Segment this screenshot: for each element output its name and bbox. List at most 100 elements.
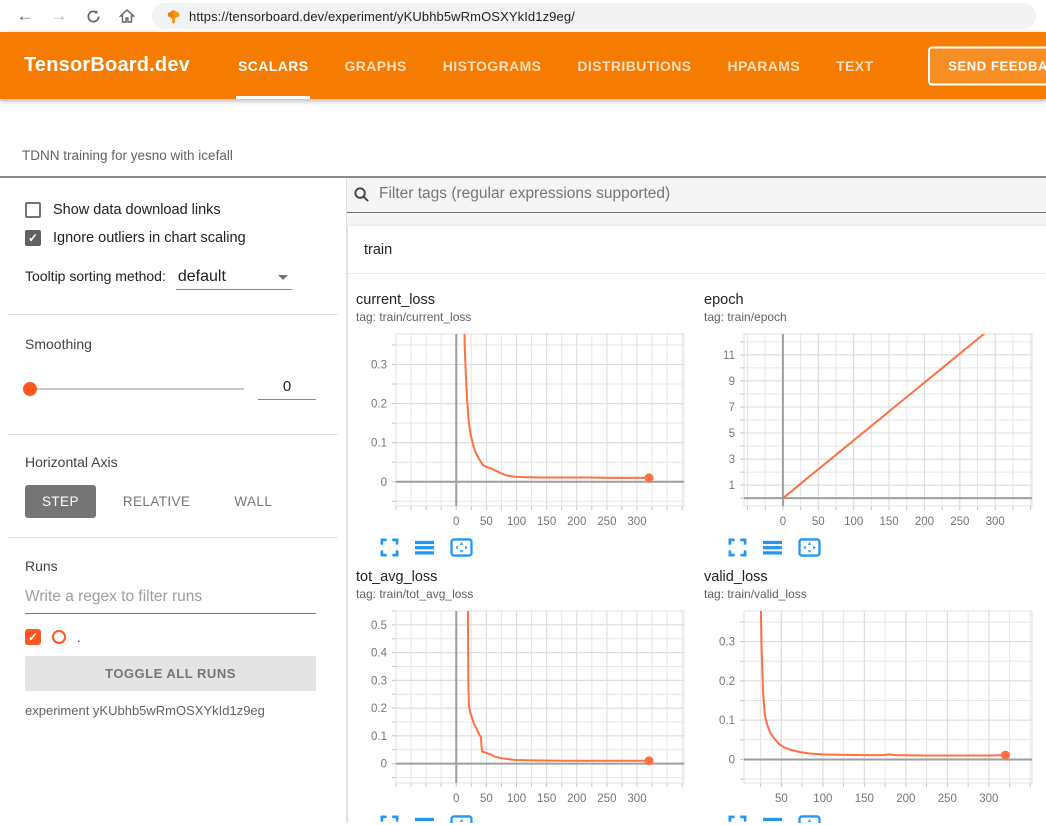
log-scale-icon[interactable] [762, 538, 783, 557]
current-loss-plot[interactable]: 05010015020025030000.10.20.3 [350, 328, 694, 534]
ignore-outliers-row[interactable]: Ignore outliers in chart scaling [25, 230, 316, 246]
fit-domain-icon[interactable] [450, 538, 473, 557]
tab-distributions[interactable]: DISTRIBUTIONS [577, 32, 691, 99]
smoothing-slider[interactable] [25, 388, 244, 390]
show-download-links-row[interactable]: Show data download links [25, 202, 316, 218]
fit-domain-icon[interactable] [798, 815, 821, 823]
svg-text:1: 1 [729, 480, 735, 492]
runs-regex-input[interactable] [25, 574, 316, 614]
svg-text:100: 100 [507, 793, 526, 805]
svg-text:300: 300 [627, 793, 646, 805]
forward-icon[interactable]: → [44, 3, 74, 29]
fit-domain-icon[interactable] [798, 538, 821, 557]
horizontal-axis-buttons: STEP RELATIVE WALL [25, 485, 316, 518]
experiment-title: TDNN training for yesno with icefall [22, 148, 233, 163]
tab-graphs[interactable]: GRAPHS [344, 32, 406, 99]
run-checkbox[interactable] [25, 629, 41, 645]
home-icon[interactable] [112, 3, 142, 29]
tot-avg-loss-plot[interactable]: 05010015020025030000.10.20.30.40.5 [350, 605, 694, 811]
svg-text:150: 150 [879, 516, 898, 528]
run-row[interactable]: . [25, 629, 316, 645]
address-bar[interactable]: https://tensorboard.dev/experiment/yKUbh… [152, 3, 1036, 29]
svg-text:50: 50 [480, 793, 493, 805]
fullscreen-icon[interactable] [728, 815, 747, 823]
toggle-all-runs-button[interactable]: TOGGLE ALL RUNS [25, 656, 316, 691]
svg-text:0: 0 [780, 516, 786, 528]
svg-text:0.2: 0.2 [371, 703, 387, 715]
chart-card-epoch: epoch tag: train/epoch 05010015020025030… [698, 292, 1046, 557]
chart-card-valid-loss: valid_loss tag: train/valid_loss 50 100 15… [698, 569, 1046, 823]
back-icon[interactable]: ← [10, 3, 40, 29]
svg-text:5: 5 [729, 428, 735, 440]
search-icon [353, 186, 370, 203]
sidebar-divider [8, 314, 338, 315]
svg-text:100: 100 [507, 516, 526, 528]
tooltip-sorting-label: Tooltip sorting method: [25, 268, 166, 284]
epoch-plot[interactable]: 0501001502002503001357911 [698, 328, 1042, 534]
group-header[interactable]: train [348, 226, 1046, 274]
fullscreen-icon[interactable] [380, 815, 399, 823]
reload-icon[interactable] [78, 3, 108, 29]
runs-label: Runs [25, 558, 316, 574]
send-feedback-button[interactable]: SEND FEEDBACK [928, 46, 1046, 85]
chart-title: valid_loss [704, 569, 1046, 585]
run-color-swatch [52, 630, 66, 644]
chart-tag: tag: train/tot_avg_loss [356, 587, 698, 601]
ignore-outliers-label: Ignore outliers in chart scaling [53, 230, 246, 246]
tooltip-sorting-select[interactable]: default [176, 268, 292, 290]
smoothing-value-input[interactable] [258, 378, 316, 400]
chart-tag: tag: train/current_loss [356, 310, 698, 324]
chart-tag: tag: train/valid_loss [704, 587, 1046, 601]
tag-filter-input[interactable] [379, 185, 1046, 203]
svg-text:200: 200 [915, 516, 934, 528]
svg-text:3: 3 [729, 454, 735, 466]
fullscreen-icon[interactable] [380, 538, 399, 557]
log-scale-icon[interactable] [762, 815, 783, 823]
tab-histograms[interactable]: HISTOGRAMS [443, 32, 542, 99]
step-button[interactable]: STEP [25, 485, 96, 518]
svg-text:150: 150 [855, 793, 874, 805]
chart-title: epoch [704, 292, 1046, 308]
svg-text:0.1: 0.1 [719, 715, 735, 727]
nav-tabs: SCALARS GRAPHS HISTOGRAMS DISTRIBUTIONS … [238, 32, 873, 99]
show-download-links-checkbox[interactable] [25, 202, 41, 218]
svg-text:0.2: 0.2 [719, 676, 735, 688]
chart-toolbar [728, 538, 1046, 557]
home-glyph [119, 8, 135, 24]
chart-toolbar [380, 815, 698, 823]
log-scale-icon[interactable] [414, 815, 435, 823]
horizontal-axis-label: Horizontal Axis [25, 454, 316, 470]
svg-text:50: 50 [480, 516, 493, 528]
chart-toolbar [728, 815, 1046, 823]
fullscreen-icon[interactable] [728, 538, 747, 557]
svg-text:0: 0 [729, 754, 735, 766]
svg-text:300: 300 [979, 793, 998, 805]
svg-text:250: 250 [938, 793, 957, 805]
smoothing-slider-thumb[interactable] [23, 382, 37, 396]
tag-filter-row [347, 185, 1046, 213]
log-scale-icon[interactable] [414, 538, 435, 557]
wall-button[interactable]: WALL [217, 485, 289, 518]
svg-text:150: 150 [537, 516, 556, 528]
svg-text:11: 11 [723, 350, 735, 362]
svg-text:250: 250 [597, 793, 616, 805]
svg-text:0.2: 0.2 [371, 399, 387, 411]
valid-loss-plot[interactable]: 5010015020025030000.10.20.3 [698, 605, 1042, 811]
svg-text:50: 50 [775, 793, 788, 805]
svg-text:200: 200 [896, 793, 915, 805]
svg-text:300: 300 [986, 516, 1005, 528]
svg-text:0.3: 0.3 [371, 675, 387, 687]
relative-button[interactable]: RELATIVE [106, 485, 207, 518]
content-layout: Show data download links Ignore outliers… [0, 178, 1046, 823]
svg-text:0.3: 0.3 [371, 359, 387, 371]
fit-domain-icon[interactable] [450, 815, 473, 823]
chart-card-tot-avg-loss: tot_avg_loss tag: train/tot_avg_loss 050… [350, 569, 698, 823]
tab-scalars[interactable]: SCALARS [238, 32, 308, 99]
svg-text:100: 100 [844, 516, 863, 528]
svg-text:100: 100 [813, 793, 832, 805]
svg-text:50: 50 [812, 516, 825, 528]
tab-text[interactable]: TEXT [836, 32, 873, 99]
tab-hparams[interactable]: HPARAMS [728, 32, 801, 99]
ignore-outliers-checkbox[interactable] [25, 230, 41, 246]
svg-text:0: 0 [381, 477, 387, 489]
